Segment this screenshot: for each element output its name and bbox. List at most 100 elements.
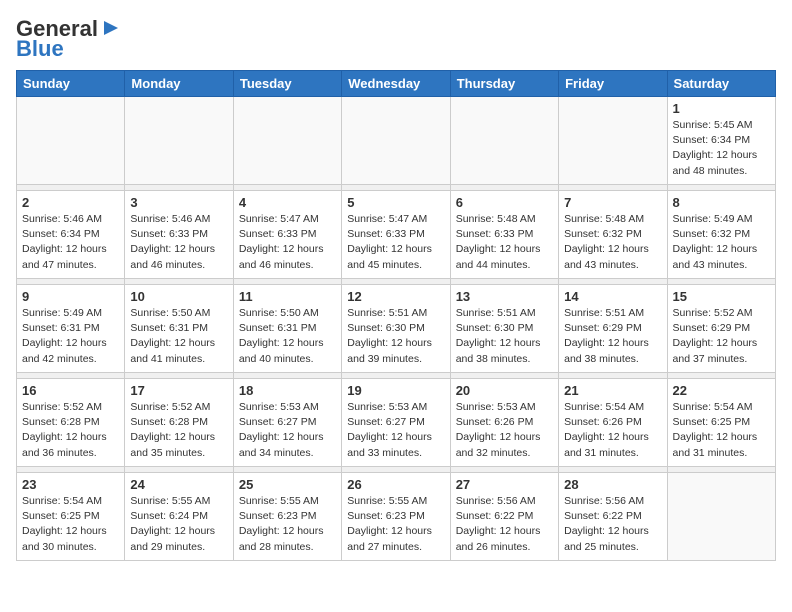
day-number: 1 [673, 101, 770, 116]
day-info: Sunrise: 5:45 AMSunset: 6:34 PMDaylight:… [673, 118, 770, 179]
day-number: 18 [239, 383, 336, 398]
calendar-table: SundayMondayTuesdayWednesdayThursdayFrid… [16, 70, 776, 561]
day-number: 23 [22, 477, 119, 492]
header: General Blue [16, 16, 776, 60]
day-info: Sunrise: 5:56 AMSunset: 6:22 PMDaylight:… [456, 494, 553, 555]
cell-w4-d3: 26 Sunrise: 5:55 AMSunset: 6:23 PMDayligh… [342, 473, 450, 561]
cell-w2-d3: 12 Sunrise: 5:51 AMSunset: 6:30 PMDayligh… [342, 285, 450, 373]
week-row-0: 1 Sunrise: 5:45 AMSunset: 6:34 PMDaylight… [17, 97, 776, 185]
day-info: Sunrise: 5:47 AMSunset: 6:33 PMDaylight:… [347, 212, 444, 273]
logo-blue-label: Blue [16, 38, 64, 60]
day-number: 15 [673, 289, 770, 304]
week-row-4: 23 Sunrise: 5:54 AMSunset: 6:25 PMDayligh… [17, 473, 776, 561]
cell-w0-d6: 1 Sunrise: 5:45 AMSunset: 6:34 PMDaylight… [667, 97, 775, 185]
cell-w4-d1: 24 Sunrise: 5:55 AMSunset: 6:24 PMDayligh… [125, 473, 233, 561]
cell-w3-d4: 20 Sunrise: 5:53 AMSunset: 6:26 PMDayligh… [450, 379, 558, 467]
cell-w3-d3: 19 Sunrise: 5:53 AMSunset: 6:27 PMDayligh… [342, 379, 450, 467]
day-number: 24 [130, 477, 227, 492]
cell-w2-d5: 14 Sunrise: 5:51 AMSunset: 6:29 PMDayligh… [559, 285, 667, 373]
day-number: 3 [130, 195, 227, 210]
header-saturday: Saturday [667, 71, 775, 97]
day-info: Sunrise: 5:50 AMSunset: 6:31 PMDaylight:… [239, 306, 336, 367]
day-info: Sunrise: 5:48 AMSunset: 6:32 PMDaylight:… [564, 212, 661, 273]
week-row-3: 16 Sunrise: 5:52 AMSunset: 6:28 PMDayligh… [17, 379, 776, 467]
cell-w4-d5: 28Sunrise: 5:56 AMSunset: 6:22 PMDayligh… [559, 473, 667, 561]
day-info: Sunrise: 5:51 AMSunset: 6:29 PMDaylight:… [564, 306, 661, 367]
day-info: Sunrise: 5:49 AMSunset: 6:32 PMDaylight:… [673, 212, 770, 273]
day-info: Sunrise: 5:54 AMSunset: 6:25 PMDaylight:… [22, 494, 119, 555]
cell-w4-d6 [667, 473, 775, 561]
cell-w4-d2: 25 Sunrise: 5:55 AMSunset: 6:23 PMDayligh… [233, 473, 341, 561]
day-number: 14 [564, 289, 661, 304]
day-info: Sunrise: 5:53 AMSunset: 6:27 PMDaylight:… [347, 400, 444, 461]
cell-w3-d5: 21 Sunrise: 5:54 AMSunset: 6:26 PMDayligh… [559, 379, 667, 467]
day-number: 13 [456, 289, 553, 304]
cell-w2-d0: 9Sunrise: 5:49 AMSunset: 6:31 PMDaylight… [17, 285, 125, 373]
day-number: 11 [239, 289, 336, 304]
day-info: Sunrise: 5:46 AMSunset: 6:33 PMDaylight:… [130, 212, 227, 273]
cell-w4-d0: 23 Sunrise: 5:54 AMSunset: 6:25 PMDayligh… [17, 473, 125, 561]
header-thursday: Thursday [450, 71, 558, 97]
day-info: Sunrise: 5:54 AMSunset: 6:26 PMDaylight:… [564, 400, 661, 461]
day-number: 27 [456, 477, 553, 492]
day-number: 7 [564, 195, 661, 210]
day-number: 28 [564, 477, 661, 492]
day-number: 26 [347, 477, 444, 492]
cell-w0-d3 [342, 97, 450, 185]
cell-w2-d2: 11 Sunrise: 5:50 AMSunset: 6:31 PMDayligh… [233, 285, 341, 373]
cell-w1-d2: 4 Sunrise: 5:47 AMSunset: 6:33 PMDaylight… [233, 191, 341, 279]
day-info: Sunrise: 5:52 AMSunset: 6:28 PMDaylight:… [22, 400, 119, 461]
week-row-1: 2Sunrise: 5:46 AMSunset: 6:34 PMDaylight… [17, 191, 776, 279]
cell-w0-d4 [450, 97, 558, 185]
day-info: Sunrise: 5:53 AMSunset: 6:26 PMDaylight:… [456, 400, 553, 461]
cell-w2-d1: 10 Sunrise: 5:50 AMSunset: 6:31 PMDayligh… [125, 285, 233, 373]
cell-w3-d6: 22Sunrise: 5:54 AMSunset: 6:25 PMDayligh… [667, 379, 775, 467]
cell-w2-d6: 15 Sunrise: 5:52 AMSunset: 6:29 PMDayligh… [667, 285, 775, 373]
day-info: Sunrise: 5:47 AMSunset: 6:33 PMDaylight:… [239, 212, 336, 273]
header-friday: Friday [559, 71, 667, 97]
day-number: 2 [22, 195, 119, 210]
day-number: 22 [673, 383, 770, 398]
day-number: 6 [456, 195, 553, 210]
cell-w0-d1 [125, 97, 233, 185]
cell-w3-d0: 16 Sunrise: 5:52 AMSunset: 6:28 PMDayligh… [17, 379, 125, 467]
day-info: Sunrise: 5:50 AMSunset: 6:31 PMDaylight:… [130, 306, 227, 367]
day-info: Sunrise: 5:53 AMSunset: 6:27 PMDaylight:… [239, 400, 336, 461]
day-info: Sunrise: 5:49 AMSunset: 6:31 PMDaylight:… [22, 306, 119, 367]
calendar-header-row: SundayMondayTuesdayWednesdayThursdayFrid… [17, 71, 776, 97]
header-wednesday: Wednesday [342, 71, 450, 97]
day-info: Sunrise: 5:55 AMSunset: 6:23 PMDaylight:… [239, 494, 336, 555]
day-number: 8 [673, 195, 770, 210]
day-info: Sunrise: 5:55 AMSunset: 6:23 PMDaylight:… [347, 494, 444, 555]
day-number: 20 [456, 383, 553, 398]
cell-w4-d4: 27 Sunrise: 5:56 AMSunset: 6:22 PMDayligh… [450, 473, 558, 561]
day-number: 19 [347, 383, 444, 398]
day-number: 25 [239, 477, 336, 492]
day-info: Sunrise: 5:48 AMSunset: 6:33 PMDaylight:… [456, 212, 553, 273]
cell-w3-d2: 18 Sunrise: 5:53 AMSunset: 6:27 PMDayligh… [233, 379, 341, 467]
cell-w0-d2 [233, 97, 341, 185]
day-info: Sunrise: 5:51 AMSunset: 6:30 PMDaylight:… [347, 306, 444, 367]
logo-arrow-icon [100, 17, 122, 39]
cell-w1-d3: 5 Sunrise: 5:47 AMSunset: 6:33 PMDaylight… [342, 191, 450, 279]
day-number: 5 [347, 195, 444, 210]
cell-w1-d4: 6 Sunrise: 5:48 AMSunset: 6:33 PMDaylight… [450, 191, 558, 279]
cell-w1-d6: 8 Sunrise: 5:49 AMSunset: 6:32 PMDaylight… [667, 191, 775, 279]
day-number: 21 [564, 383, 661, 398]
day-number: 17 [130, 383, 227, 398]
week-row-2: 9Sunrise: 5:49 AMSunset: 6:31 PMDaylight… [17, 285, 776, 373]
day-info: Sunrise: 5:52 AMSunset: 6:28 PMDaylight:… [130, 400, 227, 461]
header-sunday: Sunday [17, 71, 125, 97]
cell-w1-d5: 7 Sunrise: 5:48 AMSunset: 6:32 PMDaylight… [559, 191, 667, 279]
logo: General Blue [16, 16, 122, 60]
day-info: Sunrise: 5:55 AMSunset: 6:24 PMDaylight:… [130, 494, 227, 555]
day-number: 4 [239, 195, 336, 210]
cell-w1-d1: 3 Sunrise: 5:46 AMSunset: 6:33 PMDaylight… [125, 191, 233, 279]
cell-w1-d0: 2Sunrise: 5:46 AMSunset: 6:34 PMDaylight… [17, 191, 125, 279]
day-number: 10 [130, 289, 227, 304]
day-number: 16 [22, 383, 119, 398]
cell-w0-d5 [559, 97, 667, 185]
day-info: Sunrise: 5:52 AMSunset: 6:29 PMDaylight:… [673, 306, 770, 367]
page: General Blue SundayMondayTuesdayWednesda… [0, 0, 792, 571]
day-number: 12 [347, 289, 444, 304]
